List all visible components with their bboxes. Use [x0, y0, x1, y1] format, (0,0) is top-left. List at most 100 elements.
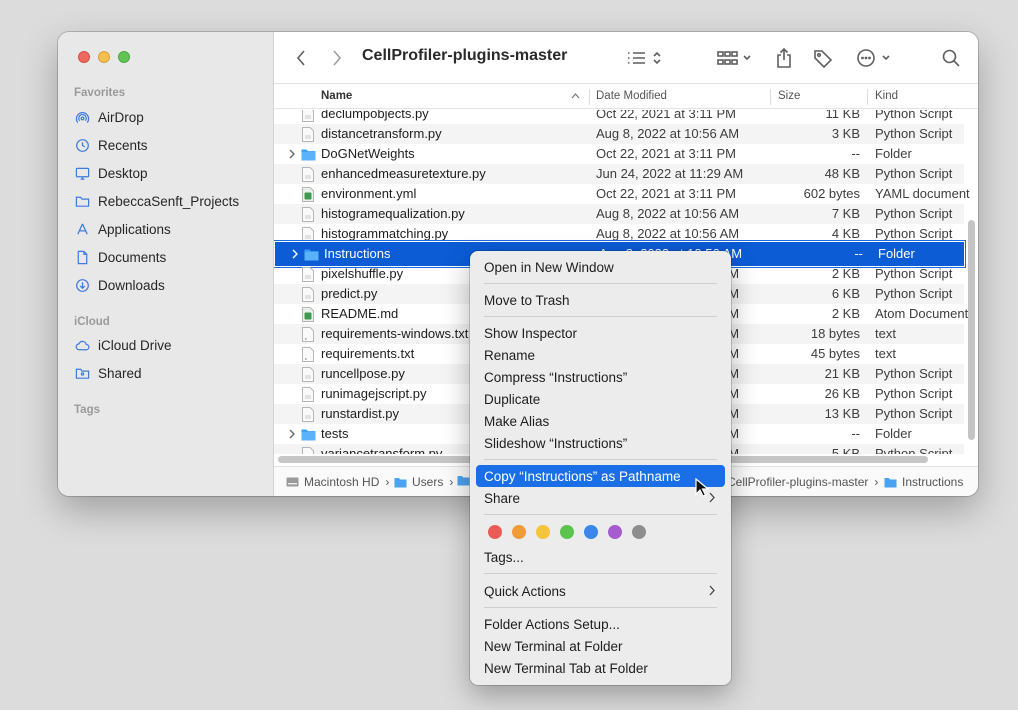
- path-item-disk[interactable]: Macintosh HD ›: [286, 475, 389, 489]
- file-row[interactable]: declumpobjects.py Oct 22, 2021 at 3:11 PM…: [274, 110, 964, 124]
- menu-new-terminal-at-folder[interactable]: New Terminal at Folder: [476, 635, 725, 657]
- file-name: tests: [321, 426, 349, 441]
- sidebar-item-shared[interactable]: Shared: [74, 362, 142, 384]
- column-date-modified[interactable]: Date Modified: [596, 90, 667, 102]
- sidebar-item-label: Downloads: [98, 277, 165, 293]
- menu-compress[interactable]: Compress “Instructions”: [476, 366, 725, 388]
- file-row[interactable]: environment.yml Oct 22, 2021 at 3:11 PM 60…: [274, 184, 970, 204]
- sidebar-item-label: Shared: [98, 365, 142, 381]
- menu-open-in-new-window[interactable]: Open in New Window: [476, 256, 725, 278]
- menu-slideshow[interactable]: Slideshow “Instructions”: [476, 432, 725, 454]
- menu-make-alias[interactable]: Make Alias: [476, 410, 725, 432]
- column-kind[interactable]: Kind: [875, 90, 898, 102]
- file-name: histogrammatching.py: [321, 226, 449, 241]
- file-row[interactable]: distancetransform.py Aug 8, 2022 at 10:56…: [274, 124, 964, 144]
- menu-duplicate[interactable]: Duplicate: [476, 388, 725, 410]
- tag-blue-dot[interactable]: [584, 525, 598, 539]
- tag-yellow-dot[interactable]: [536, 525, 550, 539]
- file-kind: Python Script: [875, 446, 953, 454]
- disclosure-triangle-icon[interactable]: [291, 249, 299, 259]
- tag-icon: [814, 50, 833, 68]
- sidebar-item-downloads[interactable]: Downloads: [74, 274, 165, 296]
- menu-share[interactable]: Share: [476, 487, 725, 509]
- menu-tags[interactable]: Tags...: [476, 546, 725, 568]
- grid-group-icon: [717, 51, 751, 65]
- group-by-button[interactable]: [716, 46, 756, 70]
- minimize-window-button[interactable]: [98, 51, 110, 63]
- menu-move-to-trash[interactable]: Move to Trash: [476, 289, 725, 311]
- menu-copy-as-pathname[interactable]: Copy “Instructions” as Pathname: [476, 465, 725, 487]
- tag-orange-dot[interactable]: [512, 525, 526, 539]
- more-actions-button[interactable]: [856, 46, 896, 70]
- markdown-file-icon: [302, 307, 314, 322]
- file-size: 4 KB: [831, 226, 860, 241]
- sidebar-item-recents[interactable]: Recents: [74, 134, 148, 156]
- tag-red-dot[interactable]: [488, 525, 502, 539]
- menu-quick-actions[interactable]: Quick Actions: [476, 580, 725, 602]
- sidebar-item-desktop[interactable]: Desktop: [74, 162, 148, 184]
- tag-green-dot[interactable]: [560, 525, 574, 539]
- file-date-modified: Aug 8, 2022 at 10:56 AM: [596, 126, 740, 141]
- file-kind: Python Script: [875, 266, 953, 281]
- sidebar-item-airdrop[interactable]: AirDrop: [74, 106, 144, 128]
- file-date-modified: Jun 24, 2022 at 11:29 AM: [596, 166, 744, 181]
- path-item-current[interactable]: Instructions: [884, 475, 963, 489]
- sidebar: Favorites AirDrop Recents Desktop Rebecc…: [58, 32, 274, 496]
- cloud-icon: [74, 337, 90, 353]
- forward-button[interactable]: [328, 46, 346, 70]
- tag-gray-dot[interactable]: [632, 525, 646, 539]
- file-size: --: [851, 426, 860, 441]
- folder-icon: [301, 429, 316, 441]
- vertical-scrollbar[interactable]: [968, 220, 975, 440]
- file-kind: Python Script: [875, 406, 953, 421]
- file-row[interactable]: histogramequalization.py Aug 8, 2022 at 1…: [274, 204, 964, 224]
- yaml-file-icon: [302, 187, 314, 202]
- python-file-icon: [302, 407, 314, 422]
- sidebar-item-documents[interactable]: Documents: [74, 246, 166, 268]
- sidebar-item-label: Documents: [98, 249, 167, 265]
- view-list-button[interactable]: [626, 46, 666, 70]
- disclosure-triangle-icon[interactable]: [288, 429, 296, 439]
- menu-new-terminal-tab-at-folder[interactable]: New Terminal Tab at Folder: [476, 657, 725, 679]
- text-file-icon: [302, 347, 314, 362]
- file-kind: Python Script: [875, 110, 953, 121]
- file-row[interactable]: enhancedmeasuretexture.py Jun 24, 2022 at…: [274, 164, 964, 184]
- chevron-right-icon: [709, 585, 715, 596]
- menu-folder-actions-setup[interactable]: Folder Actions Setup...: [476, 613, 725, 635]
- search-button[interactable]: [940, 46, 962, 70]
- column-name[interactable]: Name: [321, 90, 352, 102]
- disclosure-triangle-icon[interactable]: [288, 149, 296, 159]
- menu-rename[interactable]: Rename: [476, 344, 725, 366]
- file-size: --: [854, 246, 863, 261]
- hard-disk-icon: [286, 477, 299, 487]
- share-button[interactable]: [774, 46, 794, 70]
- menu-show-inspector[interactable]: Show Inspector: [476, 322, 725, 344]
- tag-purple-dot[interactable]: [608, 525, 622, 539]
- text-file-icon: [302, 327, 314, 342]
- folder-row[interactable]: DoGNetWeights Oct 22, 2021 at 3:11 PM -- Fo…: [274, 144, 964, 164]
- path-item-users[interactable]: Users ›: [394, 475, 453, 489]
- list-view-icon: [628, 51, 661, 65]
- back-button[interactable]: [292, 46, 310, 70]
- zoom-window-button[interactable]: [118, 51, 130, 63]
- sidebar-item-label: Applications: [98, 221, 171, 237]
- column-size[interactable]: Size: [778, 90, 800, 102]
- sidebar-item-rebeccasenft-projects[interactable]: RebeccaSenft_Projects: [74, 190, 239, 212]
- python-file-icon: [302, 267, 314, 282]
- file-kind: Atom Document: [875, 306, 969, 321]
- file-kind: text: [875, 346, 896, 361]
- file-kind: Python Script: [875, 226, 953, 241]
- file-name: variancetransform.py: [321, 446, 443, 454]
- file-row[interactable]: histogrammatching.py Aug 8, 2022 at 10:56…: [274, 224, 964, 244]
- python-file-icon: [302, 227, 314, 242]
- path-item-parent[interactable]: CellProfiler-plugins-master ›: [727, 475, 878, 489]
- tag-button[interactable]: [812, 46, 834, 70]
- sidebar-item-applications[interactable]: Applications: [74, 218, 171, 240]
- file-size: 48 KB: [824, 166, 860, 181]
- file-name: declumpobjects.py: [321, 110, 429, 121]
- sidebar-item-icloud-drive[interactable]: iCloud Drive: [74, 334, 172, 356]
- close-window-button[interactable]: [78, 51, 90, 63]
- file-size: 2 KB: [831, 306, 860, 321]
- file-kind: Folder: [875, 146, 912, 161]
- python-file-icon: [302, 367, 314, 382]
